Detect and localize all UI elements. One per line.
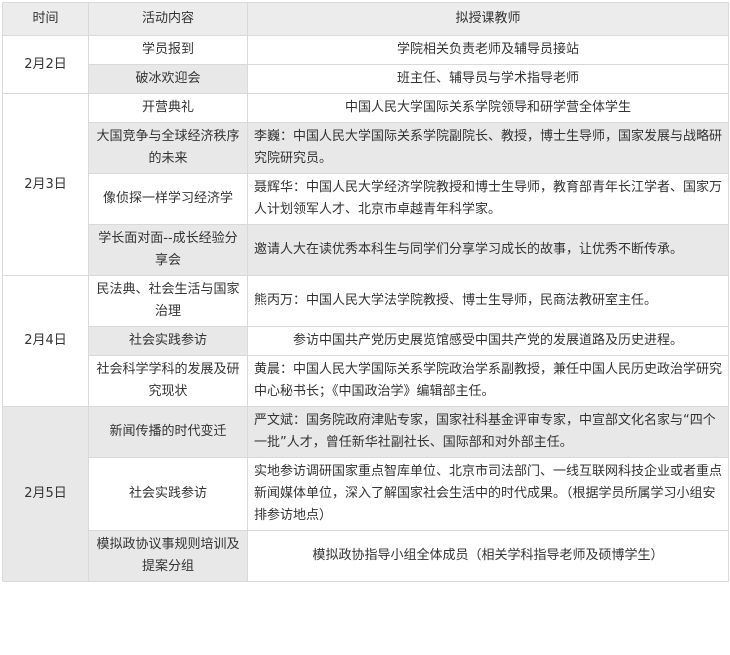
activity-cell: 破冰欢迎会 — [88, 64, 248, 94]
teacher-cell: 模拟政协指导小组全体成员（相关学科指导老师及硕博学生） — [247, 530, 729, 582]
table-row: 大国竞争与全球经济秩序的未来 李巍：中国人民大学国际关系学院副院长、教授，博士生… — [3, 122, 729, 174]
header-time: 时间 — [2, 2, 89, 36]
table-row: 社会实践参访 实地参访调研国家重点智库单位、北京市司法部门、一线互联网科技企业或… — [3, 457, 729, 531]
activity-cell: 模拟政协议事规则培训及提案分组 — [88, 530, 248, 582]
table-row: 社会科学学科的发展及研究现状 黄晨：中国人民大学国际关系学院政治学系副教授，兼任… — [3, 355, 729, 407]
date-cell: 2月2日 — [2, 35, 89, 94]
teacher-cell: 李巍：中国人民大学国际关系学院副院长、教授，博士生导师，国家发展与战略研究院研究… — [247, 122, 729, 174]
date-cell: 2月4日 — [2, 275, 89, 407]
header-row: 时间 活动内容 拟授课教师 — [2, 2, 729, 36]
teacher-cell: 中国人民大学国际关系学院领导和研学营全体学生 — [247, 93, 729, 123]
teacher-cell: 实地参访调研国家重点智库单位、北京市司法部门、一线互联网科技企业或者重点新闻媒体… — [247, 457, 729, 531]
activity-cell: 社会实践参访 — [88, 326, 248, 356]
date-cell: 2月5日 — [2, 406, 89, 582]
table-row: 2月2日 学员报到 学院相关负责老师及辅导员接站 — [2, 35, 729, 94]
table-row: 社会实践参访 参访中国共产党历史展览馆感受中国共产党的发展道路及历史进程。 — [3, 326, 729, 356]
table-row: 模拟政协议事规则培训及提案分组 模拟政协指导小组全体成员（相关学科指导老师及硕博… — [3, 530, 729, 582]
teacher-cell: 班主任、辅导员与学术指导老师 — [247, 64, 729, 94]
table-row: 2月5日 新闻传播的时代变迁 严文斌：国务院政府津贴专家，国家社科基金评审专家，… — [2, 406, 729, 582]
table-row: 像侦探一样学习经济学 聂辉华：中国人民大学经济学院教授和博士生导师，教育部青年长… — [3, 173, 729, 225]
activity-cell: 学长面对面--成长经验分享会 — [88, 224, 248, 276]
activity-cell: 开营典礼 — [88, 93, 248, 123]
activity-cell: 社会实践参访 — [88, 457, 248, 531]
teacher-cell: 黄晨：中国人民大学国际关系学院政治学系副教授，兼任中国人民历史政治学研究中心秘书… — [247, 355, 729, 407]
date-cell: 2月3日 — [2, 93, 89, 276]
activity-cell: 大国竞争与全球经济秩序的未来 — [88, 122, 248, 174]
table-row: 学长面对面--成长经验分享会 邀请人大在读优秀本科生与同学们分享学习成长的故事，… — [3, 224, 729, 276]
table-row: 破冰欢迎会 班主任、辅导员与学术指导老师 — [3, 64, 729, 94]
activity-cell: 学员报到 — [88, 35, 248, 65]
header-activity: 活动内容 — [88, 2, 248, 36]
teacher-cell: 聂辉华：中国人民大学经济学院教授和博士生导师，教育部青年长江学者、国家万人计划领… — [247, 173, 729, 225]
teacher-cell: 参访中国共产党历史展览馆感受中国共产党的发展道路及历史进程。 — [247, 326, 729, 356]
table-row: 2月4日 民法典、社会生活与国家治理 熊丙万：中国人民大学法学院教授、博士生导师… — [2, 275, 729, 407]
teacher-cell: 学院相关负责老师及辅导员接站 — [247, 35, 729, 65]
teacher-cell: 邀请人大在读优秀本科生与同学们分享学习成长的故事，让优秀不断传承。 — [247, 224, 729, 276]
schedule-table: 时间 活动内容 拟授课教师 2月2日 学员报到 学院相关负责老师及辅导员接站 破… — [2, 2, 729, 582]
table-row: 2月3日 开营典礼 中国人民大学国际关系学院领导和研学营全体学生 — [2, 93, 729, 276]
activity-cell: 民法典、社会生活与国家治理 — [88, 275, 248, 327]
teacher-cell: 严文斌：国务院政府津贴专家，国家社科基金评审专家，中宣部文化名家与“四个一批”人… — [247, 406, 729, 458]
teacher-cell: 熊丙万：中国人民大学法学院教授、博士生导师，民商法教研室主任。 — [247, 275, 729, 327]
activity-cell: 新闻传播的时代变迁 — [88, 406, 248, 458]
activity-cell: 像侦探一样学习经济学 — [88, 173, 248, 225]
activity-cell: 社会科学学科的发展及研究现状 — [88, 355, 248, 407]
header-teacher: 拟授课教师 — [247, 2, 729, 36]
